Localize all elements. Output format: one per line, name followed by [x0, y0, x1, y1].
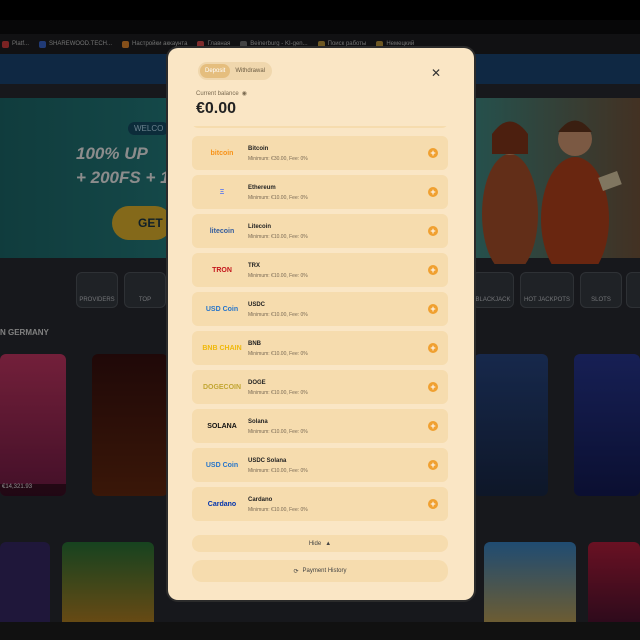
modal-tabs: Deposit Withdrawal	[198, 62, 273, 80]
payment-history-label: Payment History	[302, 568, 347, 574]
plus-icon[interactable]: +	[428, 226, 438, 236]
close-icon[interactable]: ✕	[431, 66, 441, 80]
payment-name: TRX	[248, 263, 260, 269]
plus-icon[interactable]: +	[428, 499, 438, 509]
payment-name: Litecoin	[248, 224, 272, 230]
payment-logo: Ξ	[219, 188, 225, 196]
plus-icon[interactable]: +	[428, 343, 438, 353]
plus-icon[interactable]: +	[428, 382, 438, 392]
payment-logo: BNB CHAIN	[202, 344, 242, 352]
plus-icon[interactable]: +	[428, 187, 438, 197]
payment-meta: Minimum: €10.00, Fee: 0%	[248, 234, 308, 240]
payment-item[interactable]: Ξ Ethereum Minimum: €10.00, Fee: 0% +	[192, 175, 448, 209]
payment-meta: Minimum: €10.00, Fee: 0%	[248, 468, 308, 474]
payment-name: Ethereum	[248, 185, 276, 191]
payment-item[interactable]: SOLANA Solana Minimum: €10.00, Fee: 0% +	[192, 409, 448, 443]
balance-value: €0.00	[196, 100, 237, 117]
payment-name: Solana	[248, 419, 268, 425]
payment-name: Cardano	[248, 497, 273, 503]
payment-history-button[interactable]: ⟳ Payment History	[192, 560, 448, 582]
history-icon: ⟳	[293, 568, 299, 575]
tab-deposit[interactable]: Deposit	[200, 64, 231, 78]
plus-icon[interactable]: +	[428, 265, 438, 275]
payment-meta: Minimum: €10.00, Fee: 0%	[248, 390, 308, 396]
payment-logo: SOLANA	[207, 422, 237, 430]
balance-label-row: Current balance ◉	[196, 90, 247, 98]
payment-meta: Minimum: €10.00, Fee: 0%	[248, 351, 308, 357]
payment-logo: litecoin	[209, 227, 235, 235]
payment-logo: Cardano	[207, 500, 237, 508]
payment-item[interactable]: Cardano Cardano Minimum: €10.00, Fee: 0% +	[192, 487, 448, 521]
deposit-modal: TRON + bitcoin Bitcoin Minimum: €30.00, Fe…	[168, 48, 474, 600]
plus-icon[interactable]: +	[428, 421, 438, 431]
modal-header: Deposit Withdrawal ✕ Current balance ◉ €…	[188, 54, 456, 126]
payment-item[interactable]: DOGECOIN DOGE Minimum: €10.00, Fee: 0% +	[192, 370, 448, 404]
payment-item[interactable]: litecoin Litecoin Minimum: €10.00, Fee: 0%…	[192, 214, 448, 248]
payment-name: USDC	[248, 302, 266, 308]
taskbar	[0, 622, 640, 640]
payment-meta: Minimum: €10.00, Fee: 0%	[248, 507, 308, 513]
payment-logo: USD Coin	[205, 461, 239, 469]
payment-meta: Minimum: €30.00, Fee: 0%	[248, 156, 308, 162]
payment-item[interactable]: BNB CHAIN BNB Minimum: €10.00, Fee: 0% +	[192, 331, 448, 365]
payment-logo: USD Coin	[205, 305, 239, 313]
balance-label: Current balance	[196, 90, 239, 97]
plus-icon[interactable]: +	[428, 304, 438, 314]
tab-withdrawal[interactable]: Withdrawal	[230, 64, 270, 78]
hide-button[interactable]: Hide ▲	[192, 535, 448, 552]
payment-item[interactable]: USD Coin USDC Minimum: €10.00, Fee: 0% +	[192, 292, 448, 326]
payment-name: DOGE	[248, 380, 266, 386]
payment-meta: Minimum: €10.00, Fee: 0%	[248, 429, 308, 435]
payment-logo: TRON	[212, 266, 232, 274]
plus-icon[interactable]: +	[428, 148, 438, 158]
payment-meta: Minimum: €10.00, Fee: 0%	[248, 195, 308, 201]
payment-meta: Minimum: €10.00, Fee: 0%	[248, 312, 308, 318]
plus-icon[interactable]: +	[428, 460, 438, 470]
payment-meta: Minimum: €10.00, Fee: 0%	[248, 273, 308, 279]
payment-name: BNB	[248, 341, 261, 347]
payment-logo: DOGECOIN	[202, 383, 242, 391]
payment-item[interactable]: TRON TRX Minimum: €10.00, Fee: 0% +	[192, 253, 448, 287]
eye-icon[interactable]: ◉	[242, 90, 247, 97]
hide-label: Hide	[308, 540, 322, 547]
payment-name: Bitcoin	[248, 146, 269, 152]
payment-item[interactable]: USD Coin USDC Solana Minimum: €10.00, Fee:…	[192, 448, 448, 482]
payment-logo: bitcoin	[210, 149, 234, 157]
chevron-up-icon: ▲	[325, 540, 332, 547]
payment-item[interactable]: bitcoin Bitcoin Minimum: €30.00, Fee: 0% +	[192, 136, 448, 170]
payment-name: USDC Solana	[248, 458, 287, 464]
